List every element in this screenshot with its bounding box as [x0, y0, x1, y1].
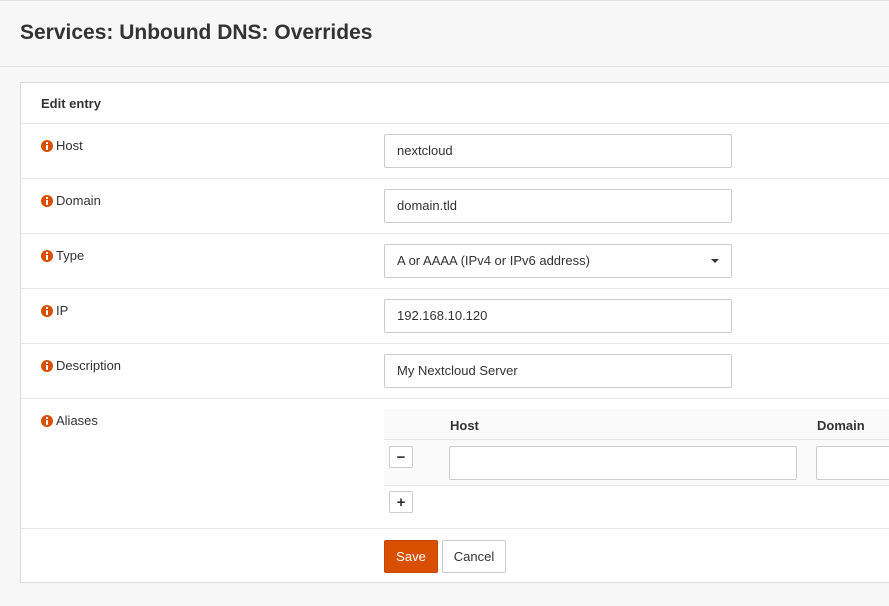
type-select[interactable]: A or AAAA (IPv4 or IPv6 address) — [384, 244, 732, 278]
ip-label-text: IP — [56, 303, 69, 318]
page-title: Services: Unbound DNS: Overrides — [20, 21, 373, 44]
ip-label: IP — [41, 303, 68, 318]
aliases-label-text: Aliases — [56, 413, 98, 428]
description-label: Description — [41, 358, 121, 373]
type-select-value: A or AAAA (IPv4 or IPv6 address) — [397, 253, 590, 268]
host-input[interactable]: nextcloud — [384, 134, 732, 168]
save-button[interactable]: Save — [384, 540, 438, 573]
alias-row: − — [384, 440, 889, 486]
host-label: Host — [41, 138, 83, 153]
aliases-col-domain: Domain — [817, 418, 865, 433]
caret-down-icon — [711, 259, 719, 263]
ip-input[interactable]: 192.168.10.120 — [384, 299, 732, 333]
description-input[interactable]: My Nextcloud Server — [384, 354, 732, 388]
page-header: Services: Unbound DNS: Overrides — [0, 0, 889, 67]
info-icon[interactable] — [41, 304, 53, 317]
aliases-table-header: Host Domain — [384, 409, 889, 440]
remove-alias-button[interactable]: − — [389, 446, 413, 468]
alias-domain-input[interactable] — [816, 446, 889, 480]
description-label-text: Description — [56, 358, 122, 373]
info-icon[interactable] — [41, 194, 53, 207]
domain-label: Domain — [41, 193, 101, 208]
minus-icon: − — [396, 448, 406, 466]
type-label-text: Type — [56, 248, 85, 263]
panel-heading: Edit entry — [21, 83, 889, 124]
info-icon[interactable] — [41, 139, 53, 152]
type-label: Type — [41, 248, 84, 263]
info-icon[interactable] — [41, 359, 53, 372]
row-type: Type A or AAAA (IPv4 or IPv6 address) — [21, 234, 889, 289]
aliases-table: Host Domain − + — [384, 409, 889, 524]
info-icon[interactable] — [41, 249, 53, 262]
add-alias-button[interactable]: + — [389, 491, 413, 513]
row-domain: Domain domain.tld — [21, 179, 889, 234]
cancel-button[interactable]: Cancel — [442, 540, 506, 573]
row-ip: IP 192.168.10.120 — [21, 289, 889, 344]
plus-icon: + — [396, 493, 406, 511]
panel-heading-label: Edit entry — [41, 96, 101, 111]
info-icon[interactable] — [41, 414, 53, 427]
aliases-label: Aliases — [41, 413, 98, 428]
alias-host-input[interactable] — [449, 446, 797, 480]
edit-entry-panel: Edit entry Host nextcloud Domain domain.… — [20, 82, 889, 583]
row-aliases: Aliases Host Domain − + — [21, 399, 889, 529]
domain-input[interactable]: domain.tld — [384, 189, 732, 223]
host-label-text: Host — [56, 138, 83, 153]
aliases-col-host: Host — [450, 418, 479, 433]
row-description: Description My Nextcloud Server — [21, 344, 889, 399]
row-host: Host nextcloud — [21, 124, 889, 179]
domain-label-text: Domain — [56, 193, 101, 208]
